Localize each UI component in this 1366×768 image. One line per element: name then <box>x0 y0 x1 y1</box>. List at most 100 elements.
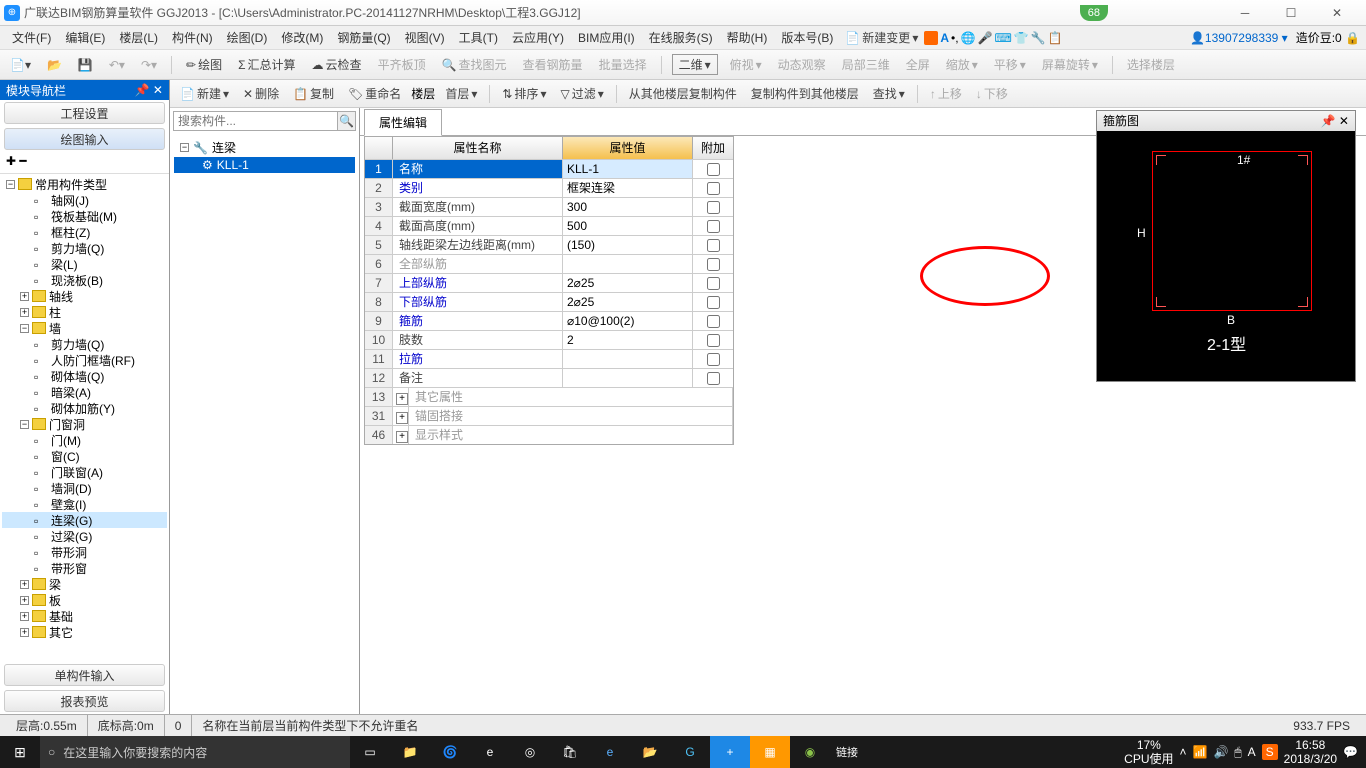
tree-item[interactable]: +轴线 <box>2 288 167 304</box>
tree-item[interactable]: ▫墙洞(D) <box>2 480 167 496</box>
tree-item[interactable]: ▫带形窗 <box>2 560 167 576</box>
tree-item[interactable]: ▫壁龛(I) <box>2 496 167 512</box>
taskbar-app-plus[interactable]: + <box>710 736 750 768</box>
property-row[interactable]: 9箍筋⌀10@100(2) <box>365 311 733 330</box>
taskbar-link[interactable]: 链接 <box>836 744 858 760</box>
comp-tree-item[interactable]: ⚙ KLL-1 <box>174 157 355 173</box>
property-row[interactable]: 10肢数2 <box>365 330 733 349</box>
menu-help[interactable]: 帮助(H) <box>721 27 774 48</box>
new-file-icon[interactable]: 📄▾ <box>6 56 35 74</box>
zoom-button[interactable]: 缩放 ▾ <box>942 54 982 75</box>
user-id[interactable]: 👤13907298339 ▾ <box>1190 31 1288 45</box>
open-icon[interactable]: 📂 <box>43 56 66 74</box>
dimension-select[interactable]: 二维 ▾ <box>672 54 718 75</box>
menu-edit[interactable]: 编辑(E) <box>59 27 111 48</box>
tray-battery-icon[interactable]: 🖱 <box>1234 745 1241 760</box>
floor-select[interactable]: 首层 ▾ <box>441 83 481 104</box>
tray-lang-icon[interactable]: A <box>1248 745 1256 759</box>
ime-a-icon[interactable]: A <box>940 31 949 45</box>
single-component-button[interactable]: 单构件输入 <box>4 664 165 686</box>
menu-cloud[interactable]: 云应用(Y) <box>506 27 570 48</box>
tree-item[interactable]: ▫门联窗(A) <box>2 464 167 480</box>
ime-more-icon[interactable]: 📋 <box>1048 31 1063 45</box>
batch-select-button[interactable]: 批量选择 <box>595 54 651 75</box>
collapse-icon[interactable]: ━ <box>19 154 26 168</box>
menu-bim[interactable]: BIM应用(I) <box>572 27 641 48</box>
tree-item[interactable]: ▫过梁(G) <box>2 528 167 544</box>
move-down-button[interactable]: ↓下移 <box>972 83 1012 104</box>
taskbar-app-store[interactable]: 🛍 <box>550 736 590 768</box>
taskbar-app-explorer[interactable]: 📂 <box>630 736 670 768</box>
new-change-button[interactable]: 📄新建变更 ▾ <box>841 27 922 48</box>
menu-component[interactable]: 构件(N) <box>166 27 219 48</box>
ime-skin-icon[interactable]: 👕 <box>1014 31 1029 45</box>
tree-item[interactable]: ▫剪力墙(Q) <box>2 240 167 256</box>
pin-icon[interactable]: 📌 ✕ <box>135 83 163 97</box>
sum-button[interactable]: Σ 汇总计算 <box>234 54 299 75</box>
taskbar-app-1[interactable]: 📁 <box>390 736 430 768</box>
ime-kbd-icon[interactable]: ⌨ <box>994 31 1011 45</box>
taskbar-search[interactable]: ○ 在这里输入你要搜索的内容 <box>40 736 350 768</box>
menu-floor[interactable]: 楼层(L) <box>113 27 164 48</box>
property-row[interactable]: 5轴线距梁左边线距离(mm)(150) <box>365 235 733 254</box>
component-tree[interactable]: − 🔧 连梁 ⚙ KLL-1 <box>170 134 359 714</box>
property-row[interactable]: 3截面宽度(mm)300 <box>365 197 733 216</box>
taskbar-app-ie[interactable]: e <box>590 736 630 768</box>
sort-button[interactable]: ⇅排序 ▾ <box>498 83 550 104</box>
dynamic-view-button[interactable]: 动态观察 <box>774 54 830 75</box>
task-view-icon[interactable]: ▭ <box>350 736 390 768</box>
ime-icon[interactable] <box>924 31 938 45</box>
tray-notifications-icon[interactable]: 💬 <box>1343 745 1358 759</box>
rotate-button[interactable]: 屏幕旋转 ▾ <box>1038 54 1102 75</box>
tree-item[interactable]: ▫砌体加筋(Y) <box>2 400 167 416</box>
property-row[interactable]: 8下部纵筋2⌀25 <box>365 292 733 311</box>
rename-button[interactable]: 🏷重命名 <box>344 83 405 104</box>
cloud-check-button[interactable]: ☁云检查 <box>308 54 366 75</box>
copy-to-floor-button[interactable]: 复制构件到其他楼层 <box>747 83 863 104</box>
tree-item[interactable]: ▫暗梁(A) <box>2 384 167 400</box>
menu-tools[interactable]: 工具(T) <box>453 27 504 48</box>
undo-icon[interactable]: ↶▾ <box>105 56 129 74</box>
menu-version[interactable]: 版本号(B) <box>775 27 839 48</box>
find-elem-button[interactable]: 🔍查找图元 <box>438 54 511 75</box>
tree-item[interactable]: ▫轴网(J) <box>2 192 167 208</box>
expand-icon[interactable]: ✚ <box>6 154 16 168</box>
taskbar-app-green[interactable]: ◉ <box>790 736 830 768</box>
save-icon[interactable]: 💾 <box>74 56 97 74</box>
filter-button[interactable]: ▽过滤 ▾ <box>556 83 607 104</box>
menu-rebar[interactable]: 钢筋量(Q) <box>331 27 396 48</box>
select-floor-button[interactable]: 选择楼层 <box>1123 54 1179 75</box>
top-view-button[interactable]: 俯视 ▾ <box>726 54 766 75</box>
menu-modify[interactable]: 修改(M) <box>275 27 329 48</box>
project-settings-button[interactable]: 工程设置 <box>4 102 165 124</box>
move-up-button[interactable]: ↑上移 <box>926 83 966 104</box>
property-row[interactable]: 13+其它属性 <box>365 387 733 406</box>
tree-item[interactable]: ▫连梁(G) <box>2 512 167 528</box>
search-button[interactable]: 🔍 <box>338 111 356 131</box>
tree-item[interactable]: ▫砌体墙(Q) <box>2 368 167 384</box>
tree-item[interactable]: +梁 <box>2 576 167 592</box>
delete-button[interactable]: ✕ 删除 <box>239 83 283 104</box>
ime-mic-icon[interactable]: 🎤 <box>978 31 993 45</box>
pan-button[interactable]: 平移 ▾ <box>990 54 1030 75</box>
tree-item[interactable]: −门窗洞 <box>2 416 167 432</box>
taskbar-app-spiral[interactable]: ◎ <box>510 736 550 768</box>
ime-wrench-icon[interactable]: 🔧 <box>1031 31 1046 45</box>
menu-view[interactable]: 视图(V) <box>399 27 451 48</box>
tree-item[interactable]: +其它 <box>2 624 167 640</box>
taskbar-app-orange[interactable]: ▦ <box>750 736 790 768</box>
view-rebar-button[interactable]: 查看钢筋量 <box>519 54 587 75</box>
tree-item[interactable]: ▫窗(C) <box>2 448 167 464</box>
property-row[interactable]: 1名称KLL-1 <box>365 159 733 178</box>
draw-button[interactable]: ✏绘图 <box>182 54 226 75</box>
panel-pin-icon[interactable]: 📌 ✕ <box>1321 111 1349 131</box>
property-row[interactable]: 46+显示样式 <box>365 425 733 444</box>
search-input[interactable] <box>173 111 338 131</box>
copy-from-floor-button[interactable]: 从其他楼层复制构件 <box>625 83 741 104</box>
component-type-tree[interactable]: −常用构件类型▫轴网(J)▫筏板基础(M)▫框柱(Z)▫剪力墙(Q)▫梁(L)▫… <box>0 174 169 662</box>
menu-draw[interactable]: 绘图(D) <box>221 27 274 48</box>
minimize-button[interactable]: ─ <box>1228 3 1262 23</box>
menu-online[interactable]: 在线服务(S) <box>643 27 719 48</box>
property-row[interactable]: 6全部纵筋 <box>365 254 733 273</box>
tray-up-icon[interactable]: ˄ <box>1180 745 1187 759</box>
